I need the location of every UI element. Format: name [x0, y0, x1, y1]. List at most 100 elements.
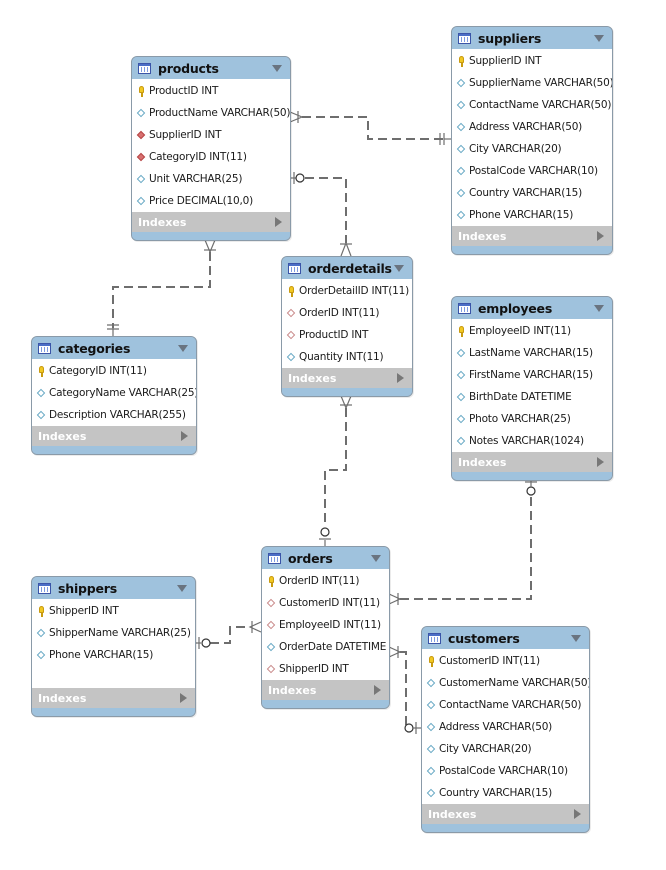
column-row[interactable]: OrderDate DATETIME — [262, 636, 389, 658]
column-row[interactable]: ContactName VARCHAR(50) — [452, 94, 612, 116]
table-employees[interactable]: employees EmployeeID INT(11) LastName VARC… — [451, 296, 613, 481]
column-row[interactable]: SupplierName VARCHAR(50) — [452, 72, 612, 94]
column-label: CustomerID INT(11) — [439, 655, 540, 667]
table-header[interactable]: orders — [262, 547, 389, 569]
collapse-chevron-icon[interactable] — [571, 635, 581, 642]
indexes-section[interactable]: Indexes — [422, 804, 589, 824]
collapse-chevron-icon[interactable] — [594, 35, 604, 42]
expand-arrow-icon[interactable] — [374, 685, 381, 695]
column-row[interactable]: Photo VARCHAR(25) — [452, 408, 612, 430]
indexes-section[interactable]: Indexes — [452, 452, 612, 472]
column-label: CategoryID INT(11) — [149, 151, 247, 163]
primary-key-icon — [459, 325, 464, 337]
column-row[interactable]: EmployeeID INT(11) — [452, 320, 612, 342]
column-row[interactable]: Country VARCHAR(15) — [452, 182, 612, 204]
column-row[interactable]: EmployeeID INT(11) — [262, 614, 389, 636]
column-row[interactable]: CustomerID INT(11) — [422, 650, 589, 672]
column-row[interactable]: Description VARCHAR(255) — [32, 404, 196, 426]
column-row[interactable]: Phone VARCHAR(15) — [452, 204, 612, 226]
column-row[interactable]: PostalCode VARCHAR(10) — [452, 160, 612, 182]
column-row[interactable]: OrderID INT(11) — [282, 302, 412, 324]
column-row[interactable]: SupplierID INT — [452, 50, 612, 72]
connector-products-suppliers[interactable] — [302, 116, 444, 140]
column-row[interactable]: Phone VARCHAR(15) — [32, 644, 195, 666]
column-row[interactable]: Address VARCHAR(50) — [422, 716, 589, 738]
column-row[interactable]: Notes VARCHAR(1024) — [452, 430, 612, 452]
column-row[interactable]: Price DECIMAL(10,0) — [132, 190, 290, 212]
column-row[interactable]: ProductName VARCHAR(50) — [132, 102, 290, 124]
indexes-section[interactable]: Indexes — [452, 226, 612, 246]
table-header[interactable]: employees — [452, 297, 612, 319]
connector-products-categories[interactable] — [112, 252, 211, 328]
column-row[interactable]: SupplierID INT — [132, 124, 290, 146]
column-row[interactable]: Country VARCHAR(15) — [422, 782, 589, 804]
column-row[interactable]: ShipperID INT — [262, 658, 389, 680]
indexes-section[interactable]: Indexes — [132, 212, 290, 232]
crowfoot-many-icon — [340, 395, 352, 410]
table-header[interactable]: categories — [32, 337, 196, 359]
column-row[interactable]: Quantity INT(11) — [282, 346, 412, 368]
column-row[interactable]: ProductID INT — [282, 324, 412, 346]
column-icon — [36, 410, 46, 419]
collapse-chevron-icon[interactable] — [594, 305, 604, 312]
expand-arrow-icon[interactable] — [181, 431, 188, 441]
expand-arrow-icon[interactable] — [597, 457, 604, 467]
indexes-section[interactable]: Indexes — [282, 368, 412, 388]
indexes-section[interactable]: Indexes — [262, 680, 389, 700]
column-row[interactable]: ContactName VARCHAR(50) — [422, 694, 589, 716]
connector-orderdetails-orders[interactable] — [324, 408, 347, 527]
column-row[interactable]: ProductID INT — [132, 80, 290, 102]
column-row[interactable]: Unit VARCHAR(25) — [132, 168, 290, 190]
indexes-section[interactable]: Indexes — [32, 426, 196, 446]
collapse-chevron-icon[interactable] — [371, 555, 381, 562]
expand-arrow-icon[interactable] — [275, 217, 282, 227]
table-customers[interactable]: customers CustomerID INT(11) CustomerName … — [421, 626, 590, 833]
collapse-chevron-icon[interactable] — [177, 585, 187, 592]
table-header[interactable]: shippers — [32, 577, 195, 599]
connector-orders-customers[interactable] — [400, 651, 407, 728]
table-header[interactable]: orderdetails — [282, 257, 412, 279]
column-row[interactable]: LastName VARCHAR(15) — [452, 342, 612, 364]
table-icon — [38, 582, 51, 594]
connector-orders-employees[interactable] — [400, 496, 532, 600]
column-row[interactable]: OrderID INT(11) — [262, 570, 389, 592]
column-row[interactable]: ShipperID INT — [32, 600, 195, 622]
connector-orders-shippers[interactable] — [210, 626, 250, 644]
column-row[interactable]: Address VARCHAR(50) — [452, 116, 612, 138]
table-shippers[interactable]: shippers ShipperID INT ShipperName VARCHAR… — [31, 576, 196, 717]
collapse-chevron-icon[interactable] — [394, 265, 404, 272]
expand-arrow-icon[interactable] — [180, 693, 187, 703]
expand-arrow-icon[interactable] — [397, 373, 404, 383]
expand-arrow-icon[interactable] — [574, 809, 581, 819]
table-suppliers[interactable]: suppliers SupplierID INT SupplierName VARC… — [451, 26, 613, 255]
column-label: Price DECIMAL(10,0) — [149, 195, 253, 207]
column-row[interactable]: CategoryID INT(11) — [32, 360, 196, 382]
column-row[interactable]: PostalCode VARCHAR(10) — [422, 760, 589, 782]
table-orders[interactable]: orders OrderID INT(11) CustomerID INT(11) E… — [261, 546, 390, 709]
table-title: shippers — [58, 580, 118, 596]
table-orderdetails[interactable]: orderdetails OrderDetailID INT(11) OrderID… — [281, 256, 413, 397]
column-row[interactable]: CategoryID INT(11) — [132, 146, 290, 168]
table-header[interactable]: products — [132, 57, 290, 79]
column-row[interactable]: CategoryName VARCHAR(25) — [32, 382, 196, 404]
collapse-chevron-icon[interactable] — [178, 345, 188, 352]
table-header[interactable]: suppliers — [452, 27, 612, 49]
connector-orderdetails-products[interactable] — [305, 177, 347, 243]
column-row[interactable]: City VARCHAR(20) — [452, 138, 612, 160]
column-row[interactable]: CustomerName VARCHAR(50) — [422, 672, 589, 694]
column-row[interactable]: CustomerID INT(11) — [262, 592, 389, 614]
double-bar-one-icon — [439, 133, 445, 145]
expand-arrow-icon[interactable] — [597, 231, 604, 241]
table-products[interactable]: products ProductID INT ProductName VARCHAR… — [131, 56, 291, 241]
table-title: orders — [288, 550, 333, 566]
table-footer — [132, 232, 290, 240]
indexes-section[interactable]: Indexes — [32, 688, 195, 708]
column-row[interactable]: ShipperName VARCHAR(25) — [32, 622, 195, 644]
column-row[interactable]: FirstName VARCHAR(15) — [452, 364, 612, 386]
column-row[interactable]: OrderDetailID INT(11) — [282, 280, 412, 302]
table-header[interactable]: customers — [422, 627, 589, 649]
collapse-chevron-icon[interactable] — [272, 65, 282, 72]
column-row[interactable]: City VARCHAR(20) — [422, 738, 589, 760]
column-row[interactable]: BirthDate DATETIME — [452, 386, 612, 408]
table-categories[interactable]: categories CategoryID INT(11) CategoryName… — [31, 336, 197, 455]
